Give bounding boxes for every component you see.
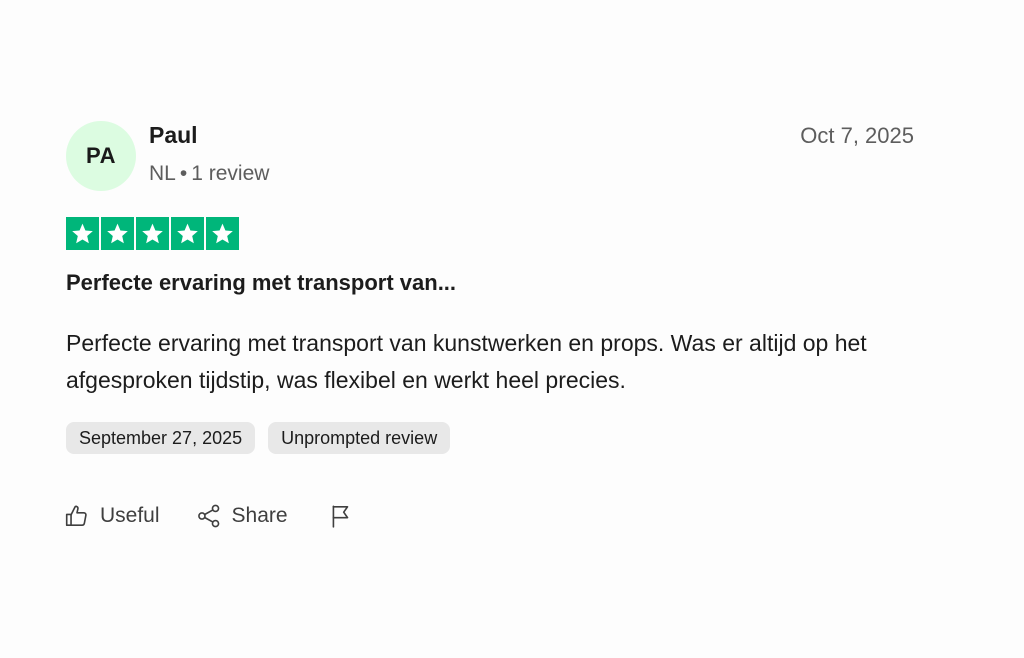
share-icon — [197, 504, 219, 528]
review-type-tag[interactable]: Unprompted review — [268, 422, 451, 454]
star-icon — [66, 217, 99, 250]
meta-separator: • — [179, 162, 188, 185]
reviewer-review-count: 1 review — [191, 162, 270, 185]
reviewer-name[interactable]: Paul — [149, 122, 198, 149]
share-button[interactable]: Share — [196, 503, 288, 529]
review-tags: September 27, 2025 Unprompted review — [66, 422, 451, 454]
report-button[interactable] — [328, 503, 354, 529]
useful-label: Useful — [100, 504, 160, 527]
star-icon — [171, 217, 204, 250]
avatar[interactable]: PA — [66, 121, 136, 191]
reviewer-country: NL — [149, 162, 176, 185]
experience-date-tag: September 27, 2025 — [66, 422, 256, 454]
star-icon — [136, 217, 169, 250]
review-date: Oct 7, 2025 — [800, 123, 914, 148]
star-icon — [206, 217, 239, 250]
useful-button[interactable]: Useful — [64, 503, 160, 529]
share-label: Share — [231, 504, 288, 527]
star-icon — [101, 217, 134, 250]
review-title[interactable]: Perfecte ervaring met transport van... — [66, 270, 456, 296]
flag-icon — [332, 505, 348, 528]
review-card: PA Paul NL • 1 review Oct 7, 2025 Perfecte… — [0, 0, 1024, 658]
reviewer-meta: NL • 1 review — [149, 162, 269, 186]
star-rating — [66, 217, 239, 250]
review-actions: Useful Share — [64, 503, 354, 529]
review-body: Perfecte ervaring met transport van kuns… — [66, 330, 867, 393]
thumbs-up-icon — [65, 505, 87, 527]
